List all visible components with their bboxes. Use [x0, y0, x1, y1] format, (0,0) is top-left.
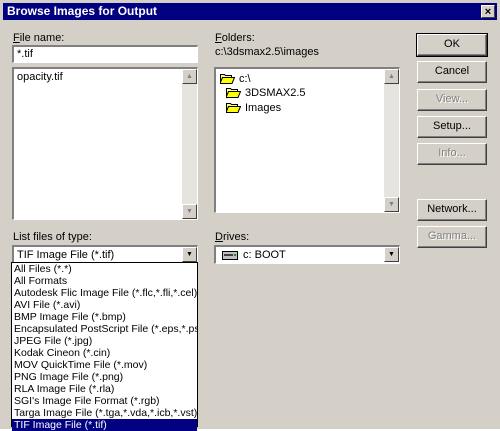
file-name-label: File name: — [13, 32, 65, 44]
browse-images-dialog: Browse Images for Output × File name: *.… — [0, 0, 500, 431]
gamma-button[interactable]: Gamma... — [417, 226, 487, 248]
file-type-option-selected[interactable]: TIF Image File (*.tif) — [12, 419, 197, 431]
ok-button[interactable]: OK — [416, 33, 488, 57]
open-folder-icon — [226, 103, 241, 113]
file-type-option[interactable]: SGI's Image File Format (*.rgb) — [12, 395, 197, 407]
scroll-up-arrow-icon[interactable]: ▲ — [182, 69, 197, 84]
file-type-dropdown-list[interactable]: All Files (*.*) All Formats Autodesk Fli… — [11, 262, 198, 431]
folders-label: Folders: — [215, 32, 255, 44]
file-name-input[interactable]: *.tif — [12, 45, 198, 63]
scroll-down-arrow-icon[interactable]: ▼ — [182, 204, 197, 219]
folder-item-3dsmax[interactable]: 3DSMAX2.5 — [226, 85, 306, 101]
drive-icon — [222, 251, 238, 260]
window-title: Browse Images for Output — [7, 4, 158, 18]
file-type-option[interactable]: BMP Image File (*.bmp) — [12, 311, 197, 323]
file-list-scrollbar[interactable]: ▲ ▼ — [182, 69, 197, 219]
scroll-down-arrow-icon[interactable]: ▼ — [384, 197, 399, 212]
file-name-value: *.tif — [17, 48, 33, 60]
file-list[interactable]: opacity.tif ▲ ▼ — [12, 67, 198, 220]
file-type-option[interactable]: All Formats — [12, 275, 197, 287]
file-type-label: List files of type: — [13, 231, 92, 243]
open-folder-icon — [220, 74, 235, 84]
file-type-option[interactable]: All Files (*.*) — [12, 263, 197, 275]
file-type-option[interactable]: Encapsulated PostScript File (*.eps,*.ps… — [12, 323, 197, 335]
scroll-up-arrow-icon[interactable]: ▲ — [384, 69, 399, 84]
setup-button[interactable]: Setup... — [417, 116, 487, 138]
chevron-down-icon[interactable]: ▼ — [182, 247, 197, 262]
file-type-option[interactable]: MOV QuickTime File (*.mov) — [12, 359, 197, 371]
info-button[interactable]: Info... — [417, 143, 487, 165]
network-button[interactable]: Network... — [417, 199, 487, 221]
file-type-selected: TIF Image File (*.tif) — [17, 249, 115, 261]
view-button[interactable]: View... — [417, 89, 487, 111]
file-type-option[interactable]: RLA Image File (*.rla) — [12, 383, 197, 395]
folder-tree[interactable]: c:\ 3DSMAX2.5 Images ▲ ▼ — [214, 67, 400, 213]
title-bar: Browse Images for Output × — [3, 3, 497, 20]
file-type-option[interactable]: PNG Image File (*.png) — [12, 371, 197, 383]
folder-tree-scrollbar[interactable]: ▲ ▼ — [384, 69, 399, 212]
drive-select[interactable]: c: BOOT ▼ — [214, 245, 400, 264]
cancel-button[interactable]: Cancel — [417, 61, 487, 83]
file-list-item[interactable]: opacity.tif — [17, 71, 63, 83]
file-type-option[interactable]: AVI File (*.avi) — [12, 299, 197, 311]
file-type-option[interactable]: Autodesk Flic Image File (*.flc,*.fli,*.… — [12, 287, 197, 299]
close-button[interactable]: × — [481, 5, 495, 18]
folder-item-images[interactable]: Images — [226, 100, 281, 116]
file-type-option[interactable]: Kodak Cineon (*.cin) — [12, 347, 197, 359]
file-type-option[interactable]: JPEG File (*.jpg) — [12, 335, 197, 347]
drives-label: Drives: — [215, 231, 250, 243]
current-folder-path: c:\3dsmax2.5\images — [215, 46, 319, 58]
open-folder-icon — [226, 88, 241, 98]
file-type-option[interactable]: Targa Image File (*.tga,*.vda,*.icb,*.vs… — [12, 407, 197, 419]
chevron-down-icon[interactable]: ▼ — [384, 247, 399, 262]
drive-selected: c: BOOT — [243, 249, 286, 261]
